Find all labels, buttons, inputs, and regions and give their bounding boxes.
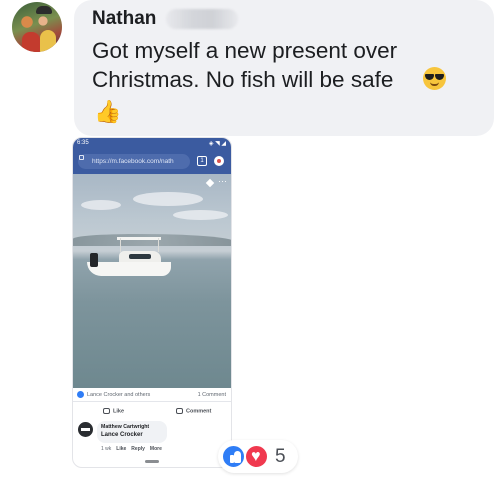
boat-photo: ···: [73, 174, 231, 388]
comment-text: Lance Crocker: [101, 432, 143, 438]
phone-home-bar: [145, 460, 159, 463]
reaction-count: 5: [275, 446, 286, 467]
browser-url-bar: https://m.facebook.com/nath 1: [73, 150, 231, 174]
message-text: Got myself a new present over Christmas.…: [92, 38, 398, 92]
tab-count-icon: 1: [197, 156, 207, 166]
message-thread: Nathan Got myself a new present over Chr…: [0, 0, 502, 477]
like-icon: [103, 408, 110, 414]
avatar-hat: [36, 6, 52, 14]
boat-hull: [87, 262, 171, 276]
like-reaction-icon: [77, 391, 84, 398]
message-reactions[interactable]: 5: [218, 440, 298, 473]
url-field: https://m.facebook.com/nath: [78, 154, 190, 169]
phone-status-bar: 6:35 ◈ ◥ ◢: [73, 138, 231, 150]
redacted-surname: [166, 9, 238, 29]
comment-count: 1 Comment: [197, 392, 226, 398]
comment-icon: [176, 408, 183, 414]
shared-screenshot[interactable]: 6:35 ◈ ◥ ◢ https://m.facebook.com/nath 1…: [72, 137, 232, 468]
status-time: 6:35: [77, 140, 89, 146]
thumbs-up-emoji-icon: 👍: [94, 99, 122, 124]
post-actions: Like Comment: [73, 402, 231, 420]
post-comment-button: Comment: [176, 408, 211, 414]
comment: Matthew Cartwright Lance Crocker 1 wk Lik…: [73, 420, 231, 454]
browser-menu-icon: [214, 156, 224, 166]
post-like-button: Like: [103, 408, 124, 414]
reaction-names: Lance Crocker and others: [87, 392, 151, 398]
sender-avatar[interactable]: [12, 2, 62, 52]
post-reactions-bar: Lance Crocker and others 1 Comment: [73, 388, 231, 402]
sunglasses-emoji-icon: [423, 67, 446, 90]
comment-meta: 1 wk Like Reply More: [101, 446, 162, 452]
avatar-person-1: [22, 32, 40, 52]
boat-window: [129, 254, 151, 259]
tag-icon: [205, 178, 215, 188]
more-icon: ···: [218, 176, 227, 186]
avatar-person-2: [40, 30, 56, 52]
lock-icon: [79, 155, 84, 160]
outboard-motor: [90, 253, 98, 267]
comment-avatar: [78, 422, 93, 437]
status-icons: ◈ ◥ ◢: [208, 141, 226, 147]
love-reaction-icon: [244, 444, 269, 469]
like-reaction-icon: [221, 444, 246, 469]
comment-author: Matthew Cartwright: [101, 424, 150, 430]
sender-name[interactable]: Nathan: [92, 8, 156, 30]
boat-roof: [117, 237, 161, 240]
